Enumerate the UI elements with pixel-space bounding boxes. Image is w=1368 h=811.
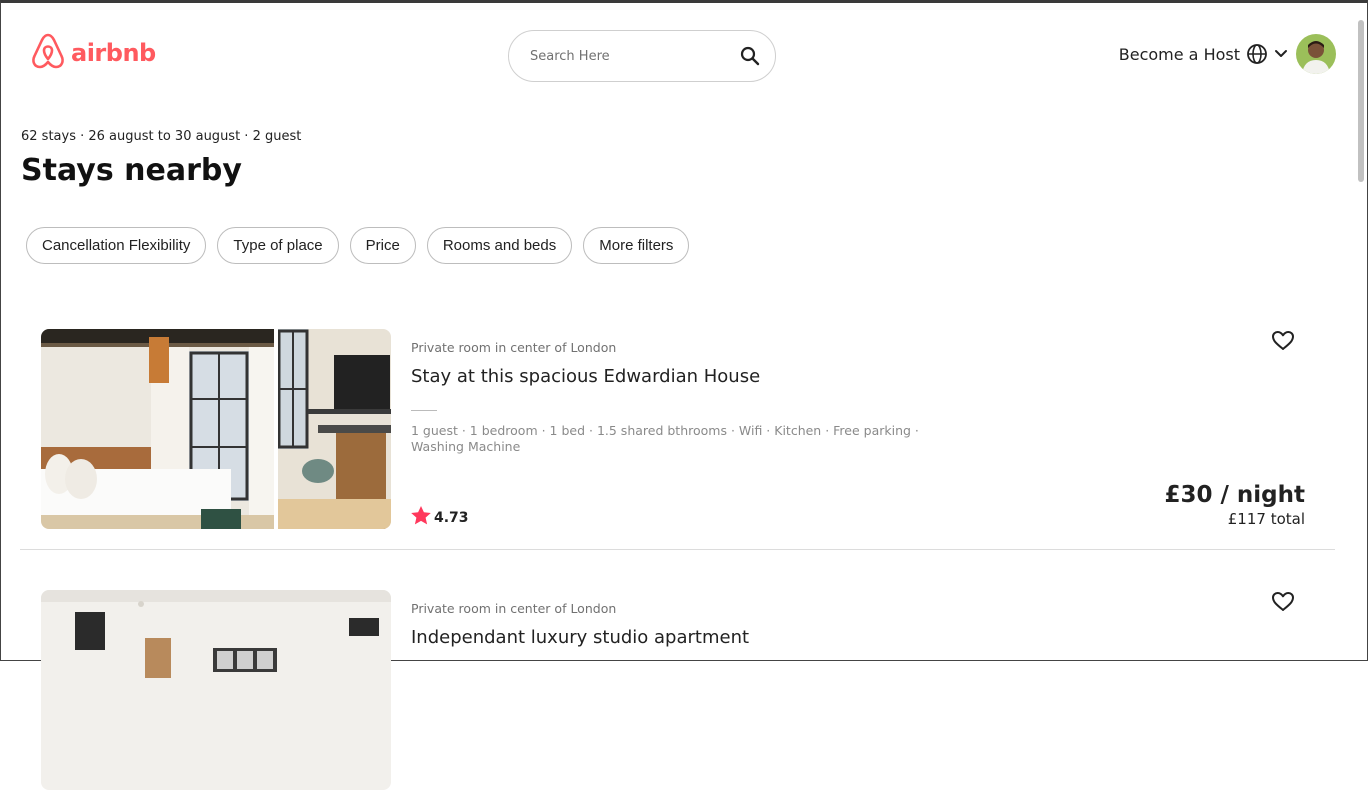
listing-title[interactable]: Stay at this spacious Edwardian House (411, 366, 760, 387)
listing-type: Private room in center of London (411, 601, 617, 616)
globe-icon[interactable] (1246, 43, 1268, 65)
filter-cancellation-flexibility[interactable]: Cancellation Flexibility (26, 227, 207, 264)
heart-icon[interactable] (1271, 329, 1295, 353)
avatar[interactable] (1296, 34, 1336, 74)
scrollbar-thumb[interactable] (1358, 20, 1364, 182)
listing-divider (411, 410, 437, 411)
header-actions: Become a Host (1119, 34, 1336, 74)
filter-rooms-and-beds[interactable]: Rooms and beds (426, 227, 573, 264)
listing-photos[interactable] (41, 329, 391, 529)
become-host-link[interactable]: Become a Host (1119, 45, 1240, 64)
brand-name: airbnb (71, 39, 156, 67)
filter-more-filters[interactable]: More filters (583, 227, 690, 264)
airbnb-logo[interactable]: airbnb (31, 32, 156, 74)
listing-card[interactable]: Private room in center of London Indepen… (20, 590, 1335, 811)
listing-photo-bedroom (41, 329, 274, 529)
search-summary: 62 stays · 26 august to 30 august · 2 gu… (21, 129, 302, 144)
listing-card[interactable]: Private room in center of London Stay at… (20, 329, 1335, 550)
listing-amenities: 1 guest · 1 bedroom · 1 bed · 1.5 shared… (411, 423, 919, 454)
search-input[interactable] (528, 47, 739, 65)
search-bar[interactable] (508, 30, 776, 82)
listing-price: £30 / night (1164, 482, 1305, 508)
listing-type: Private room in center of London (411, 340, 617, 355)
airbnb-logo-icon (31, 32, 65, 74)
listing-title[interactable]: Independant luxury studio apartment (411, 627, 749, 648)
star-icon (411, 506, 431, 529)
listing-photo-desk (278, 329, 391, 529)
rating-value: 4.73 (434, 509, 469, 526)
heart-icon[interactable] (1271, 590, 1295, 614)
filter-type-of-place[interactable]: Type of place (217, 227, 339, 264)
search-icon[interactable] (739, 45, 761, 67)
listing-rating: 4.73 (411, 506, 469, 529)
filter-bar: Cancellation Flexibility Type of place P… (26, 227, 690, 264)
chevron-down-icon[interactable] (1274, 49, 1288, 59)
listing-separator (20, 549, 1335, 550)
listing-photo-studio (41, 590, 391, 790)
listing-total: £117 total (1227, 510, 1305, 528)
page-title: Stays nearby (21, 153, 242, 188)
filter-price[interactable]: Price (349, 227, 416, 264)
listing-photos[interactable] (41, 590, 391, 790)
